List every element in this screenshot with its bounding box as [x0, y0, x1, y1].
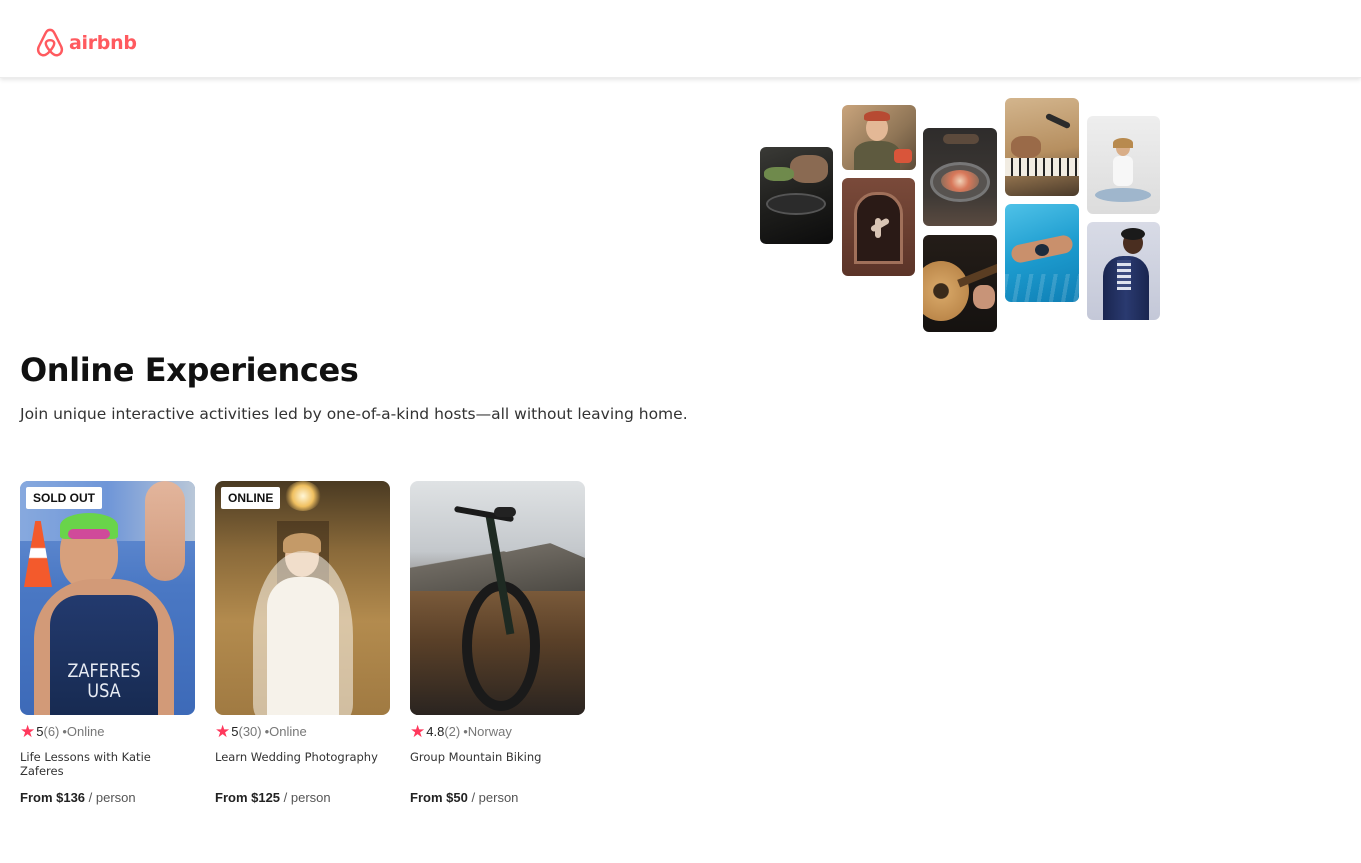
yoga-photo — [1087, 116, 1160, 214]
cooking-photo — [760, 147, 833, 244]
airbnb-logo-icon — [36, 28, 64, 57]
rating-value: 5 — [231, 724, 239, 739]
piano-mic-photo — [1005, 98, 1079, 196]
chef-woman-photo — [842, 105, 916, 170]
price-unit: / person — [283, 790, 331, 805]
experience-card[interactable]: ZAFERES USA SOLD OUT ★ 5 (6) •Online Lif… — [20, 481, 195, 805]
location-label: •Norway — [463, 724, 512, 739]
jersey-line-1: ZAFERES — [67, 660, 141, 682]
price-unit: / person — [88, 790, 136, 805]
food-bowl-photo — [923, 128, 997, 226]
dancer-doorway-photo — [842, 178, 915, 276]
rating-row: ★ 5 (30) •Online — [215, 722, 307, 741]
experience-image[interactable]: ZAFERES USA SOLD OUT — [20, 481, 195, 715]
location-label: •Online — [62, 724, 105, 739]
review-count: (30) — [238, 724, 262, 739]
rating-row: ★ 5 (6) •Online — [20, 722, 105, 741]
experience-image[interactable]: ONLINE — [215, 481, 390, 715]
guitar-photo — [923, 235, 997, 332]
rating-value: 4.8 — [426, 724, 445, 739]
rating-value: 5 — [36, 724, 44, 739]
experience-title[interactable]: Group Mountain Biking — [410, 750, 585, 764]
experience-image[interactable] — [410, 481, 585, 715]
experience-card[interactable]: ONLINE ★ 5 (30) •Online Learn Wedding Ph… — [215, 481, 390, 805]
price-value: From $136 — [20, 790, 86, 805]
page-subtitle: Join unique interactive activities led b… — [20, 405, 688, 423]
status-badge: ONLINE — [221, 487, 281, 509]
status-badge: SOLD OUT — [26, 487, 102, 509]
review-count: (6) — [43, 724, 60, 739]
star-icon: ★ — [410, 722, 426, 741]
jersey-line-2: USA — [87, 680, 121, 702]
airbnb-logo[interactable]: airbnb — [35, 27, 137, 59]
singer-photo — [1087, 222, 1160, 320]
price-unit: / person — [471, 790, 519, 805]
page-title: Online Experiences — [20, 351, 359, 389]
experience-title[interactable]: Life Lessons with Katie Zaferes — [20, 750, 195, 778]
logo-wordmark: airbnb — [69, 32, 137, 54]
location-label: •Online — [264, 724, 307, 739]
jersey-text: ZAFERES USA — [58, 661, 150, 701]
star-icon: ★ — [215, 722, 231, 741]
site-header: airbnb — [0, 0, 1361, 78]
star-icon: ★ — [20, 722, 36, 741]
price-value: From $125 — [215, 790, 281, 805]
rating-row: ★ 4.8 (2) •Norway — [410, 722, 512, 741]
experience-card[interactable]: ★ 4.8 (2) •Norway Group Mountain Biking … — [410, 481, 585, 805]
price-label: From $50 / person — [410, 790, 518, 805]
price-value: From $50 — [410, 790, 468, 805]
price-label: From $136 / person — [20, 790, 136, 805]
experience-title[interactable]: Learn Wedding Photography — [215, 750, 390, 764]
swimmer-photo — [1005, 204, 1079, 302]
review-count: (2) — [444, 724, 461, 739]
price-label: From $125 / person — [215, 790, 331, 805]
